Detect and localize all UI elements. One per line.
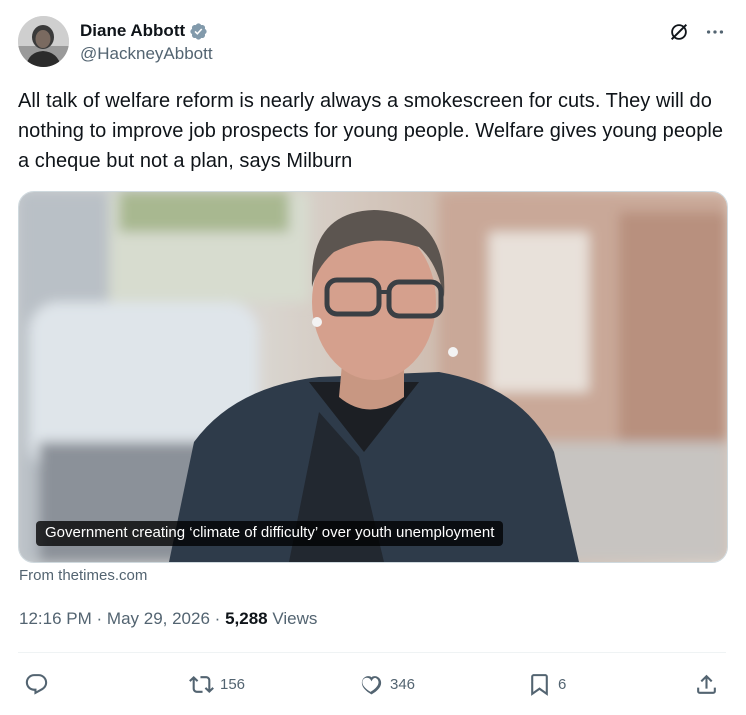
author-block[interactable]: Diane Abbott @HackneyAbbott xyxy=(80,20,213,64)
retweet-count: 156 xyxy=(220,675,246,693)
like-count: 346 xyxy=(390,675,416,693)
meta-separator: · xyxy=(214,609,221,628)
share-button[interactable] xyxy=(694,668,719,700)
like-icon xyxy=(359,672,384,697)
views-count: 5,288 xyxy=(225,609,268,628)
bookmark-button[interactable]: 6 xyxy=(527,668,566,700)
grok-icon[interactable] xyxy=(668,21,690,43)
tweet-meta: 12:16 PM · May 29, 2026 · 5,288 Views xyxy=(19,609,317,629)
tweet-time[interactable]: 12:16 PM xyxy=(19,609,92,628)
views-label: Views xyxy=(272,609,318,628)
card-source[interactable]: From thetimes.com xyxy=(19,567,147,584)
reply-icon xyxy=(24,672,49,697)
handle[interactable]: @HackneyAbbott xyxy=(80,44,213,64)
share-icon xyxy=(694,672,719,697)
tweet-date[interactable]: May 29, 2026 xyxy=(107,609,210,628)
bookmark-count: 6 xyxy=(558,675,567,693)
meta-separator: · xyxy=(96,609,103,628)
reply-button[interactable] xyxy=(24,668,55,700)
link-card[interactable]: Government creating ‘climate of difficul… xyxy=(18,191,728,563)
card-caption: Government creating ‘climate of difficul… xyxy=(36,521,504,546)
retweet-button[interactable]: 156 xyxy=(189,668,245,700)
like-button[interactable]: 346 xyxy=(359,668,415,700)
action-bar: 156 346 6 xyxy=(18,668,728,700)
tweet-text: All talk of welfare reform is nearly alw… xyxy=(18,90,724,172)
more-icon[interactable] xyxy=(704,21,726,43)
verified-badge-icon xyxy=(189,22,208,41)
card-image xyxy=(19,192,727,562)
display-name[interactable]: Diane Abbott xyxy=(80,21,185,41)
retweet-icon xyxy=(189,672,214,697)
avatar[interactable] xyxy=(18,16,69,67)
tweet-header: Diane Abbott @HackneyAbbott xyxy=(18,16,728,68)
divider xyxy=(18,652,726,653)
bookmark-icon xyxy=(527,672,552,697)
